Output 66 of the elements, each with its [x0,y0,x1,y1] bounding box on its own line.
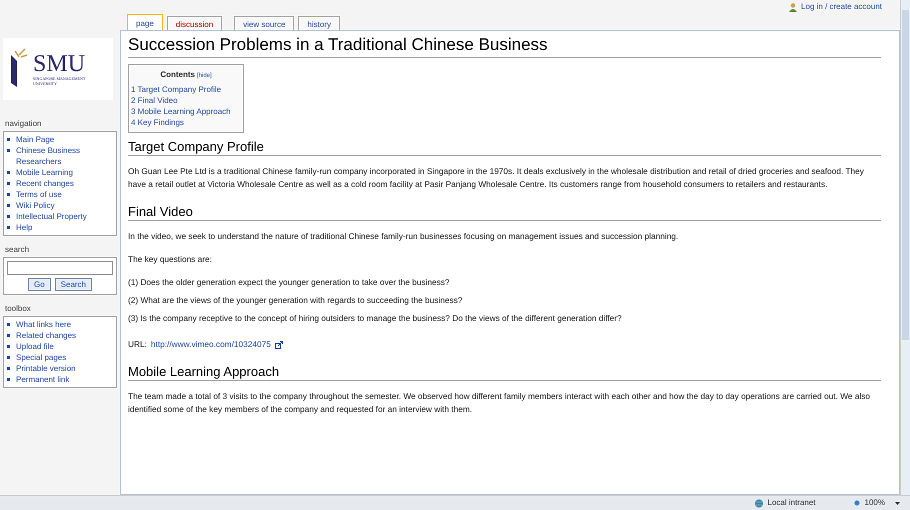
url-label: URL: [128,338,147,351]
bullet-icon [7,334,10,337]
tab[interactable]: page [127,14,163,30]
paragraph: In the video, we seek to understand the nature of traditional Chinese family-run businesses focusing on management issues and succession planning. [128,230,680,243]
logo-text: SMU [33,52,86,76]
bullet-icon [7,193,10,196]
external-link[interactable]: http://www.vimeo.com/10324075 [150,338,271,351]
sidebar-link[interactable]: Main Page [16,134,54,145]
section-heading: Mobile Learning Approach [128,363,881,381]
sidebar-link[interactable]: Help [16,222,32,233]
paragraph: The team made a total of 3 visits to the company throughout the semester. We observed how different family members interact with each other and how the day to day operations are carried out. We also identified some of the key members of the company and requested for an interview with them. [128,390,872,416]
portlet-heading: toolbox [5,303,32,315]
sidebar-link[interactable]: What links here [16,319,72,330]
search-button[interactable]: Search [54,278,92,291]
bullet-icon [7,204,10,207]
user-icon [789,2,798,12]
portlet-heading: search [5,244,30,256]
globe-icon [754,498,764,508]
bullet-icon [7,138,10,141]
bullet-icon [7,356,10,359]
sidebar-link[interactable]: Intellectual Property [16,211,87,222]
sidebar-link[interactable]: Mobile Learning [16,167,73,178]
bullet-icon [7,149,10,152]
question-text: (2) What are the views of the younger generation with regards to succeeding the business? [128,294,464,307]
tab[interactable]: discussion [166,16,222,30]
security-zone: Local intranet [768,497,816,509]
toc-link[interactable]: 2 Final Video [131,95,241,106]
toc-link[interactable]: 4 Key Findings [131,117,241,128]
caret-icon[interactable] [895,502,900,504]
portlet-heading: navigation [5,118,42,130]
bullet-icon [7,215,10,218]
sidebar-link[interactable]: Related changes [16,330,76,341]
search-button[interactable]: Go [28,278,51,291]
bullet-icon [7,345,10,348]
bullet-icon [7,171,10,174]
bullet-icon [7,367,10,370]
section-heading: Target Company Profile [128,138,881,156]
sidebar-link[interactable]: Chinese Business Researchers [16,145,114,167]
search-field[interactable] [7,261,113,275]
toc-link[interactable]: 1 Target Company Profile [131,84,241,95]
sidebar-link[interactable]: Upload file [16,341,54,352]
page-title: Succession Problems in a Traditional Chinese Business [128,34,881,58]
bullet-icon [7,323,10,326]
sidebar-link[interactable]: Permanent link [16,374,70,385]
sidebar-link[interactable]: Wiki Policy [16,200,55,211]
external-link-icon [274,340,283,348]
bullet-icon [7,182,10,185]
sidebar-link[interactable]: Terms of use [16,189,62,200]
zoom-icon [854,500,861,506]
question-text: (1) Does the older generation expect the younger generation to take over the business? [128,276,450,289]
tab[interactable]: history [298,16,340,30]
scrollbar[interactable] [900,0,910,495]
sidebar-link[interactable]: Recent changes [16,178,74,189]
toc-title: Contents [160,69,195,81]
toc-link[interactable]: 3 Mobile Learning Approach [131,106,241,117]
sidebar-link[interactable]: Printable version [16,363,76,374]
login-link[interactable]: Log in / create account [801,1,882,13]
bullet-icon [7,226,10,229]
paragraph: Oh Guan Lee Pte Ltd is a traditional Chinese family-run company incorporated in Singapore in the 1970s. It deals exclusively in the wholesale distribution and retail of dried groceries and seafood. They have a retail outlet at Victoria Wholesale Centre as well as a cold room facility at Pasir Panjang Wholesale Centre. Its customers range from household consumers to retailers and restaurants. [128,165,865,191]
bullet-icon [7,378,10,381]
question-text: (3) Is the company receptive to the concept of hiring outsiders to manage the business? Do the views of the different generation differ? [128,312,623,325]
paragraph: The key questions are: [128,253,213,266]
zoom-level[interactable]: 100% [864,497,885,509]
sidebar-link[interactable]: Special pages [16,352,66,363]
section-heading: Final Video [128,203,881,221]
tab[interactable]: view source [234,16,294,30]
